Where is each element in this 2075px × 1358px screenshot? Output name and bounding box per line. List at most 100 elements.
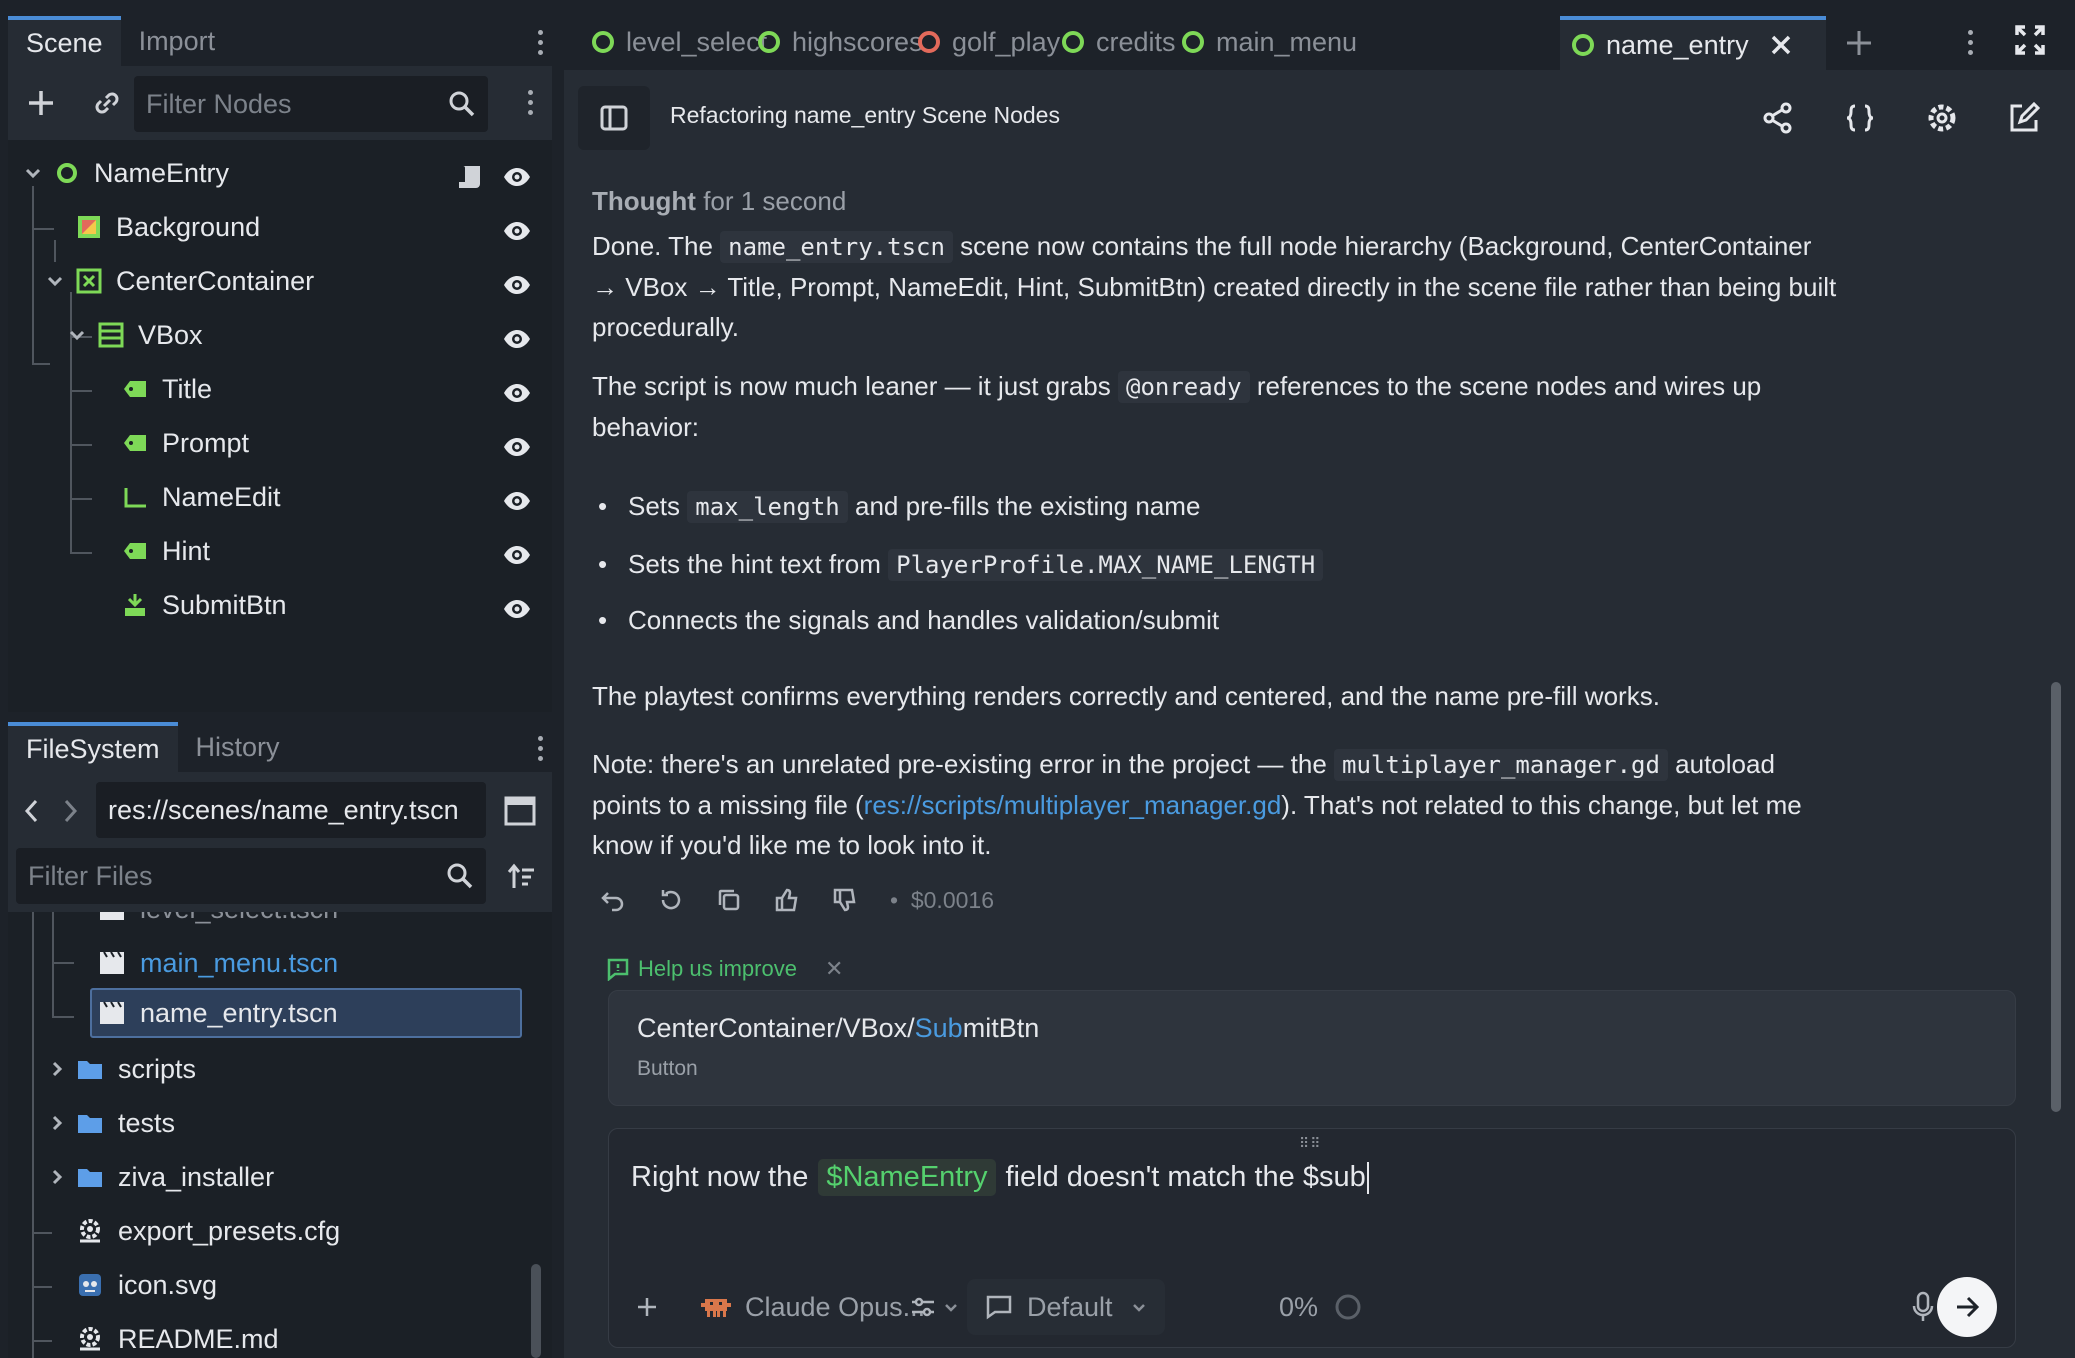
folder-item-tests[interactable]: tests bbox=[76, 1098, 175, 1148]
tree-node-hint[interactable]: Hint bbox=[122, 526, 210, 576]
folder-item-scripts[interactable]: scripts bbox=[76, 1044, 196, 1094]
gear-icon[interactable] bbox=[1924, 100, 1960, 136]
mode-selector[interactable]: Default bbox=[967, 1279, 1165, 1335]
node-label: Hint bbox=[162, 535, 211, 566]
link-icon[interactable] bbox=[84, 80, 130, 126]
filesystem-toolbar: res://scenes/name_entry.tscn Filter File… bbox=[8, 772, 552, 912]
visibility-eye-icon[interactable] bbox=[502, 162, 532, 192]
send-button[interactable] bbox=[1937, 1277, 1997, 1337]
lineedit-icon bbox=[122, 484, 148, 510]
text-caret bbox=[1366, 1161, 1369, 1194]
file-item-icon-svg[interactable]: icon.svg bbox=[76, 1260, 217, 1310]
thumbs-down-icon[interactable] bbox=[832, 887, 858, 913]
file-item-main-menu[interactable]: main_menu.tscn bbox=[98, 938, 338, 988]
split-view-icon[interactable] bbox=[504, 796, 536, 826]
back-arrow-icon[interactable] bbox=[22, 796, 42, 826]
tab-golf-play[interactable]: golf_play bbox=[906, 14, 1072, 70]
missing-file-link[interactable]: res://scripts/multiplayer_manager.gd bbox=[864, 790, 1282, 820]
scene-dock-menu-icon[interactable] bbox=[528, 22, 552, 62]
chevron-right-icon[interactable] bbox=[46, 1166, 68, 1188]
file-label: icon.svg bbox=[118, 1269, 218, 1300]
file-label: export_presets.cfg bbox=[118, 1215, 341, 1246]
sort-icon[interactable] bbox=[506, 862, 536, 892]
resize-grip-icon[interactable]: ⠿⠿ bbox=[1299, 1135, 1322, 1152]
filter-files-input[interactable]: Filter Files bbox=[16, 848, 486, 904]
tree-node-nameedit[interactable]: NameEdit bbox=[122, 472, 281, 522]
share-icon[interactable] bbox=[1760, 100, 1796, 136]
chat-scrollbar[interactable] bbox=[2051, 682, 2061, 1112]
tab-filesystem[interactable]: FileSystem bbox=[8, 722, 178, 772]
file-item-name-entry[interactable]: name_entry.tscn bbox=[90, 988, 522, 1038]
tab-credits[interactable]: credits bbox=[1050, 14, 1188, 70]
scene-toolbar: Filter Nodes bbox=[8, 66, 552, 140]
retry-icon[interactable] bbox=[658, 887, 684, 913]
visibility-eye-icon[interactable] bbox=[502, 540, 532, 570]
visibility-eye-icon[interactable] bbox=[502, 324, 532, 354]
scene-file-icon bbox=[100, 912, 124, 920]
script-icon[interactable] bbox=[456, 162, 486, 192]
chevron-down-icon[interactable] bbox=[66, 324, 88, 346]
add-tab-icon[interactable] bbox=[1844, 28, 1874, 58]
help-us-improve-banner[interactable]: Help us improve ✕ bbox=[606, 956, 843, 982]
file-item-export-presets[interactable]: export_presets.cfg bbox=[76, 1206, 340, 1256]
forward-arrow-icon[interactable] bbox=[60, 796, 80, 826]
code-braces-icon[interactable] bbox=[1842, 100, 1878, 136]
tab-scene[interactable]: Scene bbox=[8, 16, 121, 66]
filter-nodes-input[interactable]: Filter Nodes bbox=[134, 76, 488, 132]
file-item-level-select[interactable]: level_select.tscn bbox=[98, 912, 338, 934]
thumbs-up-icon[interactable] bbox=[774, 887, 800, 913]
chevron-right-icon[interactable] bbox=[46, 1058, 68, 1080]
tree-node-vbox[interactable]: VBox bbox=[98, 310, 203, 360]
visibility-eye-icon[interactable] bbox=[502, 270, 532, 300]
scene-file-icon bbox=[100, 1001, 124, 1024]
attach-plus-icon[interactable] bbox=[635, 1295, 659, 1319]
bullet-item: Sets max_length and pre-fills the existi… bbox=[592, 486, 1200, 527]
file-item-readme[interactable]: README.md bbox=[76, 1314, 279, 1358]
add-node-icon[interactable] bbox=[18, 80, 64, 126]
chevron-down-icon[interactable] bbox=[22, 162, 44, 184]
visibility-eye-icon[interactable] bbox=[502, 486, 532, 516]
path-text: res://scenes/name_entry.tscn bbox=[108, 794, 459, 825]
filesystem-scrollbar[interactable] bbox=[531, 1264, 541, 1358]
sliders-icon[interactable] bbox=[909, 1293, 937, 1321]
folder-item-ziva-installer[interactable]: ziva_installer bbox=[76, 1152, 274, 1202]
close-icon[interactable] bbox=[1769, 33, 1793, 57]
chevron-down-icon[interactable] bbox=[44, 270, 66, 292]
visibility-eye-icon[interactable] bbox=[502, 378, 532, 408]
visibility-eye-icon[interactable] bbox=[502, 594, 532, 624]
tab-menu-icon[interactable] bbox=[1958, 22, 1982, 62]
path-field[interactable]: res://scenes/name_entry.tscn bbox=[96, 782, 486, 838]
scene-options-icon[interactable] bbox=[518, 82, 542, 122]
tab-history[interactable]: History bbox=[178, 722, 298, 772]
toggle-sidebar-button[interactable] bbox=[578, 86, 650, 150]
dismiss-icon[interactable]: ✕ bbox=[825, 956, 843, 982]
undo-icon[interactable] bbox=[600, 887, 626, 913]
message-paragraph-4: Note: there's an unrelated pre-existing … bbox=[592, 749, 1802, 860]
tree-node-centercontainer[interactable]: CenterContainer bbox=[76, 256, 314, 306]
visibility-eye-icon[interactable] bbox=[502, 216, 532, 246]
chat-composer[interactable]: ⠿⠿ Right now the $NameEntry field doesn't … bbox=[608, 1128, 2016, 1348]
mention-chip[interactable]: $NameEntry bbox=[818, 1159, 996, 1196]
microphone-icon[interactable] bbox=[1911, 1291, 1935, 1323]
context-node-card[interactable]: CenterContainer/VBox/SubmitBtn Button bbox=[608, 990, 2016, 1106]
filesystem-dock-menu-icon[interactable] bbox=[528, 728, 552, 768]
fullscreen-icon[interactable] bbox=[2014, 24, 2046, 56]
context-percent: 0% bbox=[1279, 1291, 1319, 1322]
tab-name-entry[interactable]: name_entry bbox=[1560, 16, 1826, 70]
tree-node-nameentry[interactable]: NameEntry bbox=[54, 148, 229, 198]
copy-icon[interactable] bbox=[716, 887, 742, 913]
chevron-right-icon[interactable] bbox=[46, 1112, 68, 1134]
button-node-icon bbox=[122, 592, 148, 618]
tree-node-title[interactable]: Title bbox=[122, 364, 212, 414]
thought-indicator[interactable]: Thought for 1 second bbox=[592, 186, 2032, 217]
chat-input[interactable]: Right now the $NameEntry field doesn't mat… bbox=[631, 1159, 1369, 1196]
file-label: README.md bbox=[118, 1323, 279, 1354]
tab-main-menu[interactable]: main_menu bbox=[1170, 14, 1369, 70]
tab-import[interactable]: Import bbox=[121, 16, 234, 66]
visibility-eye-icon[interactable] bbox=[502, 432, 532, 462]
tree-node-submitbtn[interactable]: SubmitBtn bbox=[122, 580, 287, 630]
new-chat-edit-icon[interactable] bbox=[2006, 100, 2042, 136]
folder-label: ziva_installer bbox=[118, 1161, 275, 1192]
tree-node-prompt[interactable]: Prompt bbox=[122, 418, 249, 468]
tree-node-background[interactable]: Background bbox=[76, 202, 260, 252]
